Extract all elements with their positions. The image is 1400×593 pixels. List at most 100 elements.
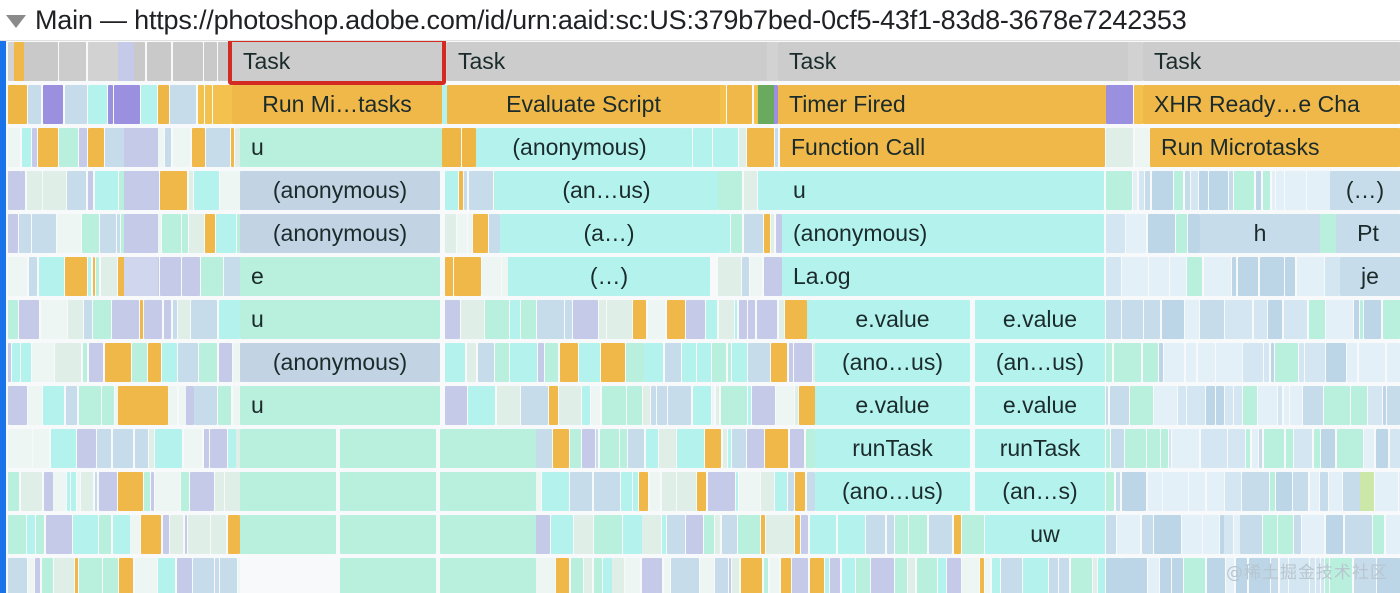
micro-frame bbox=[947, 558, 962, 593]
frame-block[interactable]: Evaluate Script bbox=[447, 85, 720, 124]
micro-frame bbox=[1115, 472, 1120, 511]
frame-block[interactable] bbox=[440, 558, 536, 593]
micro-frame bbox=[20, 343, 32, 382]
flame-chart-canvas[interactable]: Task Task Task Task Run Mi…tasks Evaluate Scr… bbox=[0, 41, 1400, 593]
frame-block[interactable] bbox=[240, 429, 336, 468]
triangle-down-icon[interactable] bbox=[6, 15, 26, 28]
frame-block[interactable] bbox=[440, 515, 536, 554]
frame-block[interactable]: runTask bbox=[815, 429, 970, 468]
frame-block[interactable]: e.value bbox=[975, 386, 1105, 425]
task-frame[interactable]: Task bbox=[447, 42, 767, 81]
task-frame[interactable]: Task bbox=[778, 42, 1128, 81]
micro-frame bbox=[593, 558, 603, 593]
frame-block[interactable]: Run Microtasks bbox=[1150, 128, 1400, 167]
frame-block[interactable]: (anonymous) bbox=[240, 171, 440, 210]
micro-frame bbox=[521, 386, 548, 425]
micro-frame bbox=[937, 558, 946, 593]
frame-block[interactable]: e.value bbox=[815, 300, 970, 339]
frame-block[interactable]: runTask bbox=[975, 429, 1105, 468]
micro-frame bbox=[26, 171, 43, 210]
frame-block[interactable]: (anonymous) bbox=[782, 214, 1104, 253]
frame-block[interactable] bbox=[340, 472, 436, 511]
micro-frame bbox=[94, 171, 119, 210]
micro-frame bbox=[468, 171, 493, 210]
frame-block[interactable]: (an…us) bbox=[975, 343, 1105, 382]
frame-block[interactable] bbox=[340, 515, 436, 554]
micro-frame bbox=[743, 171, 758, 210]
micro-frame bbox=[1181, 515, 1203, 554]
frame-block[interactable]: Pt bbox=[1336, 214, 1400, 253]
frame-block[interactable]: (anonymous) bbox=[240, 343, 440, 382]
micro-frame bbox=[961, 515, 984, 554]
micro-frame bbox=[215, 558, 219, 593]
frame-block[interactable]: (a…) bbox=[500, 214, 718, 253]
micro-frame bbox=[763, 257, 782, 296]
frame-block[interactable]: (ano…us) bbox=[815, 472, 970, 511]
frame-block[interactable]: Timer Fired bbox=[778, 85, 1106, 124]
micro-frame bbox=[165, 128, 171, 167]
frame-block[interactable]: u bbox=[240, 128, 442, 167]
micro-frame bbox=[693, 386, 711, 425]
micro-frame bbox=[162, 515, 169, 554]
frame-block[interactable]: Function Call bbox=[780, 128, 1105, 167]
micro-frame bbox=[895, 558, 907, 593]
frame-block[interactable]: e bbox=[240, 257, 440, 296]
micro-frame bbox=[607, 300, 632, 339]
micro-frame bbox=[53, 472, 67, 511]
frame-block[interactable]: u bbox=[240, 386, 440, 425]
frame-block[interactable]: La.og bbox=[782, 257, 1104, 296]
micro-frame bbox=[1228, 429, 1245, 468]
frame-block[interactable]: XHR Ready…e Cha bbox=[1143, 85, 1400, 124]
frame-block[interactable]: je bbox=[1340, 257, 1400, 296]
micro-frame bbox=[628, 429, 645, 468]
micro-frame bbox=[1189, 472, 1206, 511]
micro-frame bbox=[33, 429, 50, 468]
frame-block[interactable]: e.value bbox=[815, 386, 970, 425]
micro-frame bbox=[1154, 386, 1178, 425]
frame-block[interactable]: (…) bbox=[508, 257, 710, 296]
micro-frame bbox=[521, 300, 537, 339]
frame-block[interactable] bbox=[240, 515, 336, 554]
micro-frame bbox=[737, 515, 760, 554]
frame-block[interactable] bbox=[240, 472, 336, 511]
track-header[interactable]: Main — https://photoshop.adobe.com/id/ur… bbox=[0, 0, 1400, 41]
frame-block[interactable]: e.value bbox=[975, 300, 1105, 339]
frame-block[interactable]: Run Mi…tasks bbox=[232, 85, 442, 124]
frame-block[interactable]: u bbox=[782, 171, 1104, 210]
micro-frame bbox=[1309, 472, 1319, 511]
micro-frame bbox=[713, 128, 738, 167]
micro-frame bbox=[1336, 429, 1363, 468]
frame-block[interactable]: h bbox=[1200, 214, 1320, 253]
frame-block[interactable]: (an…us) bbox=[495, 171, 718, 210]
micro-frame bbox=[1275, 343, 1298, 382]
frame-block[interactable] bbox=[340, 429, 436, 468]
micro-frame bbox=[603, 558, 612, 593]
frame-block[interactable]: uw bbox=[985, 515, 1105, 554]
micro-frame bbox=[130, 515, 140, 554]
micro-frame bbox=[173, 42, 203, 81]
frame-block[interactable]: (anonymous) bbox=[240, 214, 440, 253]
micro-frame bbox=[238, 558, 240, 593]
micro-frame bbox=[157, 85, 169, 124]
micro-frame bbox=[1296, 257, 1325, 296]
accent-frame bbox=[124, 257, 158, 296]
micro-frame bbox=[1285, 429, 1293, 468]
frame-block[interactable] bbox=[440, 429, 536, 468]
frame-block[interactable]: (…) bbox=[1330, 171, 1400, 210]
frame-block[interactable] bbox=[440, 472, 536, 511]
frame-block[interactable]: u bbox=[240, 300, 440, 339]
micro-frame bbox=[780, 558, 791, 593]
micro-frame bbox=[1268, 300, 1283, 339]
micro-frame bbox=[1215, 386, 1225, 425]
task-frame[interactable]: Task bbox=[232, 42, 442, 81]
frame-block[interactable]: (anonymous) bbox=[476, 128, 683, 167]
frame-block[interactable] bbox=[340, 558, 436, 593]
task-frame[interactable]: Task bbox=[1143, 42, 1400, 81]
micro-frame bbox=[88, 85, 107, 124]
micro-frame bbox=[718, 214, 730, 253]
micro-frame bbox=[1197, 343, 1216, 382]
micro-frame bbox=[11, 343, 20, 382]
frame-block[interactable]: (an…s) bbox=[975, 472, 1105, 511]
frame-block[interactable]: (ano…us) bbox=[815, 343, 970, 382]
micro-frame bbox=[1169, 429, 1172, 468]
